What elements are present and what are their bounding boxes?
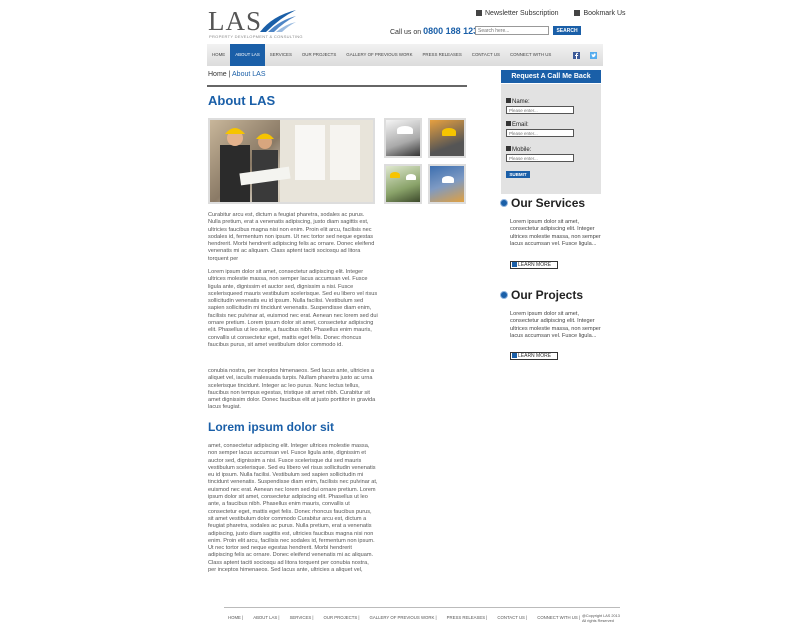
call-us-label: Call us on: [390, 29, 422, 36]
main-nav: HOME ABOUT LAS SERVICES OUR PROJECTS GAL…: [207, 44, 603, 66]
footer-press-releases[interactable]: PRESS RELEASES |: [447, 615, 488, 620]
nav-press-releases[interactable]: PRESS RELEASES: [418, 44, 467, 66]
hard-hat-yellow: [442, 128, 456, 136]
footer-connect-with-us[interactable]: CONNECT WITH US |: [537, 615, 580, 620]
footer-our-projects[interactable]: OUR PROJECTS |: [324, 615, 360, 620]
bullet-icon: [500, 199, 508, 207]
email-field[interactable]: [506, 129, 574, 137]
email-label-text: Email:: [512, 122, 529, 128]
phone-icon: [506, 146, 511, 151]
footer-divider: [224, 607, 620, 608]
footer-contact-us[interactable]: CONTACT US |: [497, 615, 527, 620]
footer-about-las[interactable]: ABOUT LAS |: [253, 615, 279, 620]
bookmark-label: Bookmark Us: [583, 10, 626, 17]
hard-hat-white: [397, 126, 413, 134]
gallery-thumb-1[interactable]: [384, 118, 422, 158]
search-button[interactable]: SEARCH: [553, 26, 581, 35]
gallery-thumb-3[interactable]: [384, 164, 422, 204]
services-title: Our Services: [511, 196, 586, 210]
footer-home[interactable]: HOME |: [228, 615, 243, 620]
hard-hat-yellow: [390, 172, 400, 178]
gallery-thumb-2[interactable]: [428, 118, 466, 158]
top-links: Newsletter Subscription Bookmark Us: [476, 10, 640, 17]
nav-about-las[interactable]: ABOUT LAS: [230, 44, 265, 66]
email-label: Email:: [506, 121, 529, 128]
bookmark-link[interactable]: Bookmark Us: [574, 10, 632, 17]
footer-gallery[interactable]: GALLERY OF PREVIOUS WORK |: [370, 615, 437, 620]
gallery-thumb-4[interactable]: [428, 164, 466, 204]
learn-more-label: LEARN MORE: [518, 353, 552, 359]
social-links: [573, 51, 603, 59]
logo[interactable]: LAS PROPERTY DEVELOPMENT & CONSULTING: [208, 6, 303, 42]
twitter-icon[interactable]: [590, 51, 597, 59]
copyright: @Copyright LAS 2013 All rights Reserved: [582, 614, 620, 623]
services-learn-more-button[interactable]: LEARN MORE: [510, 261, 558, 269]
nav-our-projects[interactable]: OUR PROJECTS: [297, 44, 341, 66]
name-field[interactable]: [506, 106, 574, 114]
nav-connect-with-us[interactable]: CONNECT WITH US: [505, 44, 556, 66]
footer-services[interactable]: SERVICES |: [290, 615, 314, 620]
mobile-label-text: Mobile:: [512, 147, 532, 153]
breadcrumb: Home | About LAS: [208, 71, 265, 78]
mail-icon: [506, 121, 511, 126]
body-paragraph-3: amet, consectetur adipiscing elit. Integ…: [208, 443, 378, 574]
call-us: Call us on 0800 188 1234: [390, 26, 483, 36]
projects-learn-more-button[interactable]: LEARN MORE: [510, 352, 558, 360]
services-text: Lorem ipsum dolor sit amet, consectetur …: [510, 219, 601, 247]
mobile-field[interactable]: [506, 154, 574, 162]
newsletter-link[interactable]: Newsletter Subscription: [476, 10, 566, 17]
body-paragraph-2: conubia nostra, per inceptos himenaeos. …: [208, 368, 376, 411]
section-subtitle: Lorem ipsum dolor sit: [208, 420, 335, 434]
person-icon: [506, 98, 511, 103]
newsletter-label: Newsletter Subscription: [485, 10, 559, 17]
office-photo-illustration: [220, 120, 373, 202]
page-title: About LAS: [208, 93, 276, 108]
callback-title: Request A Call Me Back: [501, 70, 601, 83]
logo-subtitle: PROPERTY DEVELOPMENT & CONSULTING: [209, 34, 303, 39]
breadcrumb-current: About LAS: [232, 71, 266, 78]
facebook-icon[interactable]: [573, 51, 580, 59]
nav-gallery[interactable]: GALLERY OF PREVIOUS WORK: [341, 44, 417, 66]
main-photo: [208, 118, 375, 204]
name-label: Name:: [506, 98, 530, 105]
submit-button[interactable]: SUBMIT: [506, 171, 530, 178]
bullet-icon: [500, 291, 508, 299]
search-input[interactable]: [475, 26, 549, 35]
nav-contact-us[interactable]: CONTACT US: [467, 44, 505, 66]
intro-paragraph: Curabitur arcu est, dictum a feugiat pha…: [208, 212, 375, 262]
newsletter-icon: [476, 10, 482, 16]
logo-text: LAS: [208, 6, 263, 36]
projects-title: Our Projects: [511, 288, 584, 302]
mobile-label: Mobile:: [506, 146, 531, 153]
services-heading: Our Services: [500, 196, 585, 210]
hard-hat-white: [406, 174, 416, 180]
callback-form: Name: Email: Mobile: SUBMIT: [501, 84, 601, 194]
breadcrumb-home[interactable]: Home: [208, 71, 227, 78]
arrow-icon: [512, 353, 517, 358]
projects-text: Lorem ipsum dolor sit amet, consectetur …: [510, 311, 601, 339]
hard-hat-white: [442, 176, 454, 183]
nav-services[interactable]: SERVICES: [265, 44, 297, 66]
bookmark-icon: [574, 10, 581, 16]
breadcrumb-divider: [207, 85, 467, 87]
arrow-icon: [512, 262, 517, 267]
name-label-text: Name:: [512, 99, 530, 105]
footer-nav: HOME | ABOUT LAS | SERVICES | OUR PROJEC…: [228, 615, 590, 620]
learn-more-label: LEARN MORE: [518, 262, 552, 268]
nav-home[interactable]: HOME: [207, 44, 230, 66]
body-paragraph-1: Lorem ipsum dolor sit amet, consectetur …: [208, 269, 378, 348]
logo-swoosh-icon: [260, 10, 296, 32]
projects-heading: Our Projects: [500, 288, 583, 302]
